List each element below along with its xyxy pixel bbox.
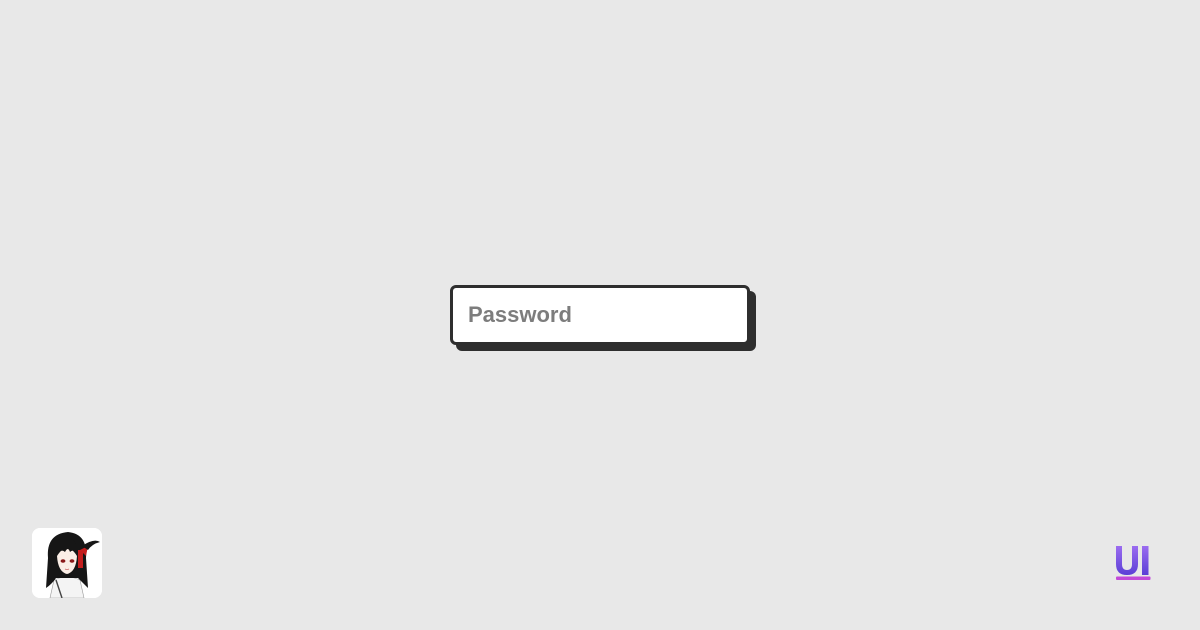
ui-logo-icon bbox=[1110, 540, 1156, 586]
password-field-container bbox=[450, 285, 756, 351]
avatar bbox=[32, 528, 102, 598]
anime-character-avatar-icon bbox=[32, 528, 102, 598]
brand-logo bbox=[1110, 540, 1156, 586]
page-background bbox=[0, 0, 1200, 630]
password-input[interactable] bbox=[450, 285, 750, 345]
